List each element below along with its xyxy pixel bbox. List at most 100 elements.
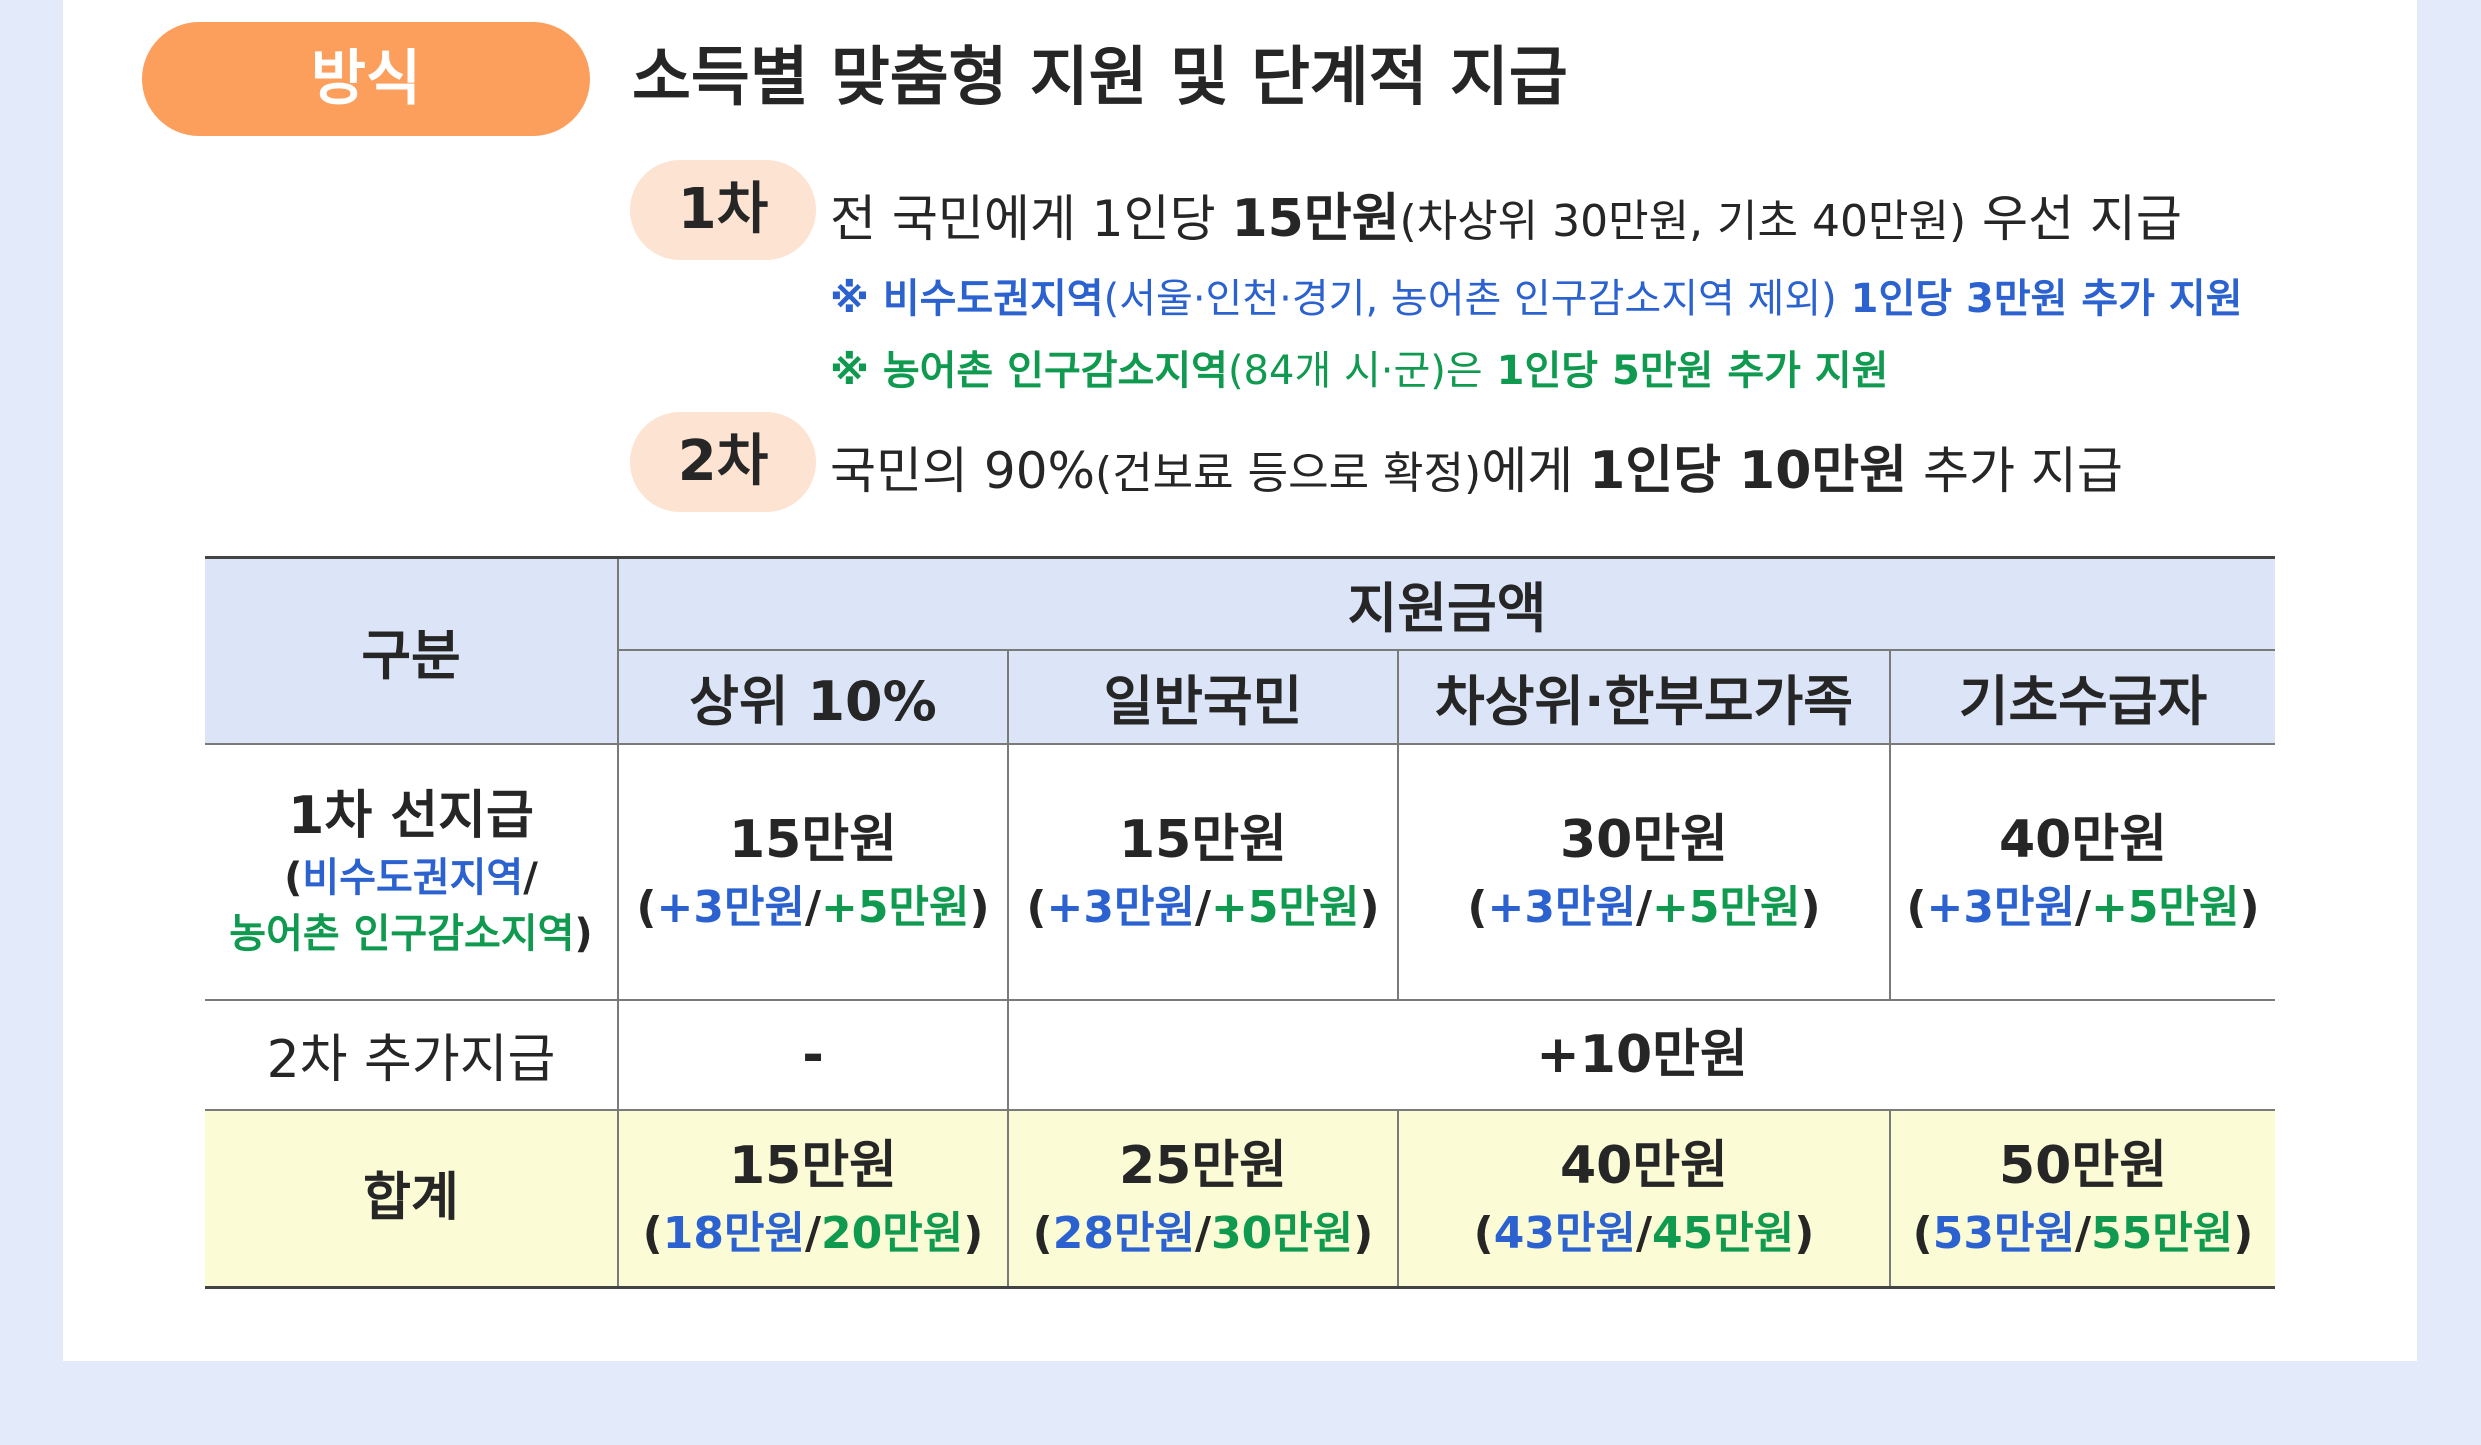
- note-2-paren: (84개 시·군)은: [1227, 348, 1483, 394]
- row-label-total: 합계: [205, 1108, 619, 1289]
- row1-label-blue: 비수도권지역: [302, 854, 524, 901]
- punct-slash: /: [1194, 881, 1212, 933]
- cell-green: 55만원: [2091, 1208, 2234, 1260]
- cell-main: 15만원: [1118, 809, 1288, 870]
- table-row-total: 합계 15만원 (18만원/20만원) 25만원 (28만원/30만원) 40만…: [205, 1108, 2276, 1289]
- step-1-note-1: ※ 비수도권지역(서울·인천·경기, 농어촌 인구감소지역 제외) 1인당 3만…: [830, 266, 2243, 324]
- cell-green: +5만원: [1652, 881, 1801, 933]
- row-label-second-payment: 2차 추가지급: [205, 998, 619, 1111]
- punct-slash: /: [1635, 881, 1653, 933]
- note-2-highlight: 농어촌 인구감소지역: [882, 348, 1228, 394]
- step-1-text-post: 우선 지급: [1966, 190, 2182, 248]
- punct-open: (: [1467, 881, 1488, 933]
- cell-blue: +3만원: [1926, 881, 2075, 933]
- cell-main: 40만원: [1559, 1136, 1729, 1197]
- table-cell: 15만원 (18만원/20만원): [617, 1108, 1009, 1289]
- table-cell: 15만원 (+3만원/+5만원): [617, 742, 1009, 1001]
- step-1-paren: (차상위 30만원, 기초 40만원): [1399, 196, 1967, 247]
- punct-open: (: [1032, 1208, 1053, 1260]
- row1-label-slash: /: [523, 854, 538, 901]
- header-col-top10: 상위 10%: [618, 648, 1009, 745]
- cell-main: 40만원: [1999, 809, 2168, 870]
- step-1-text-pre: 전 국민에게 1인당: [830, 190, 1232, 248]
- row2-rest-cell: +10만원: [1006, 998, 2276, 1111]
- step-2-text: 국민의 90%(건보료 등으로 확정)에게 1인당 10만원 추가 지급: [830, 428, 2123, 503]
- punct-open: (: [1473, 1208, 1494, 1260]
- punct-close: ): [2233, 1208, 2254, 1260]
- step-2-amount: 1인당 10만원: [1589, 441, 1908, 501]
- header-category: 구분: [205, 556, 619, 745]
- cell-main: 30만원: [1559, 809, 1729, 870]
- punct-open: (: [1026, 881, 1047, 933]
- cell-green: +5만원: [1211, 881, 1360, 933]
- table-row-first-payment: 1차 선지급 (비수도권지역/ 농어촌 인구감소지역) 15만원 (+3만원/+…: [205, 742, 2276, 1001]
- punct-close: ): [1800, 881, 1821, 933]
- row1-label-main: 1차 선지급: [288, 785, 534, 846]
- note-1-highlight: 비수도권지역: [882, 276, 1104, 322]
- cell-blue: 18만원: [662, 1208, 805, 1260]
- punct-close: ): [969, 881, 990, 933]
- step-2-text-post: 추가 지급: [1907, 442, 2123, 500]
- header-col-general: 일반국민: [1007, 648, 1399, 745]
- step-1-amount: 15만원: [1231, 189, 1400, 249]
- header-col-near-poor: 차상위·한부모가족: [1397, 648, 1891, 745]
- cell-blue: 28만원: [1052, 1208, 1195, 1260]
- row1-label-green: 농어촌 인구감소지역: [229, 910, 575, 957]
- cell-blue: +3만원: [1487, 881, 1636, 933]
- header-col-basic: 기초수급자: [1888, 648, 2276, 745]
- cell-blue: +3만원: [1046, 881, 1195, 933]
- punct-slash: /: [1635, 1208, 1653, 1260]
- step-1-note-2: ※ 농어촌 인구감소지역(84개 시·군)은 1인당 5만원 추가 지원: [830, 338, 1888, 396]
- table-cell: 40만원 (+3만원/+5만원): [1888, 742, 2276, 1001]
- punct-close: ): [1794, 1208, 1815, 1260]
- cell-blue: +3만원: [656, 881, 805, 933]
- step-2-text-pre: 국민의 90%: [830, 442, 1096, 500]
- method-label-badge: 방식: [142, 22, 590, 136]
- cell-main: 25만원: [1118, 1136, 1288, 1197]
- cell-green: 30만원: [1211, 1208, 1354, 1260]
- step-1-badge: 1차: [630, 160, 816, 260]
- cell-green: +5만원: [2091, 881, 2240, 933]
- note-1-mark: ※: [830, 276, 883, 322]
- header-group: 지원금액: [616, 556, 2276, 651]
- step-2-paren: (건보료 등으로 확정): [1095, 448, 1482, 499]
- table-cell: 15만원 (+3만원/+5만원): [1007, 742, 1399, 1001]
- cell-main: 15만원: [728, 1136, 898, 1197]
- punct-slash: /: [804, 1208, 822, 1260]
- punct-slash: /: [804, 881, 822, 933]
- note-2-mark: ※: [830, 348, 883, 394]
- support-amount-table: 구분 지원금액 상위 10% 일반국민 차상위·한부모가족 기초수급자 1차 선…: [205, 556, 2276, 1289]
- punct-open: (: [1906, 881, 1927, 933]
- table-cell: 30만원 (+3만원/+5만원): [1397, 742, 1891, 1001]
- method-title: 소득별 맞춤형 지원 및 단계적 지급: [632, 41, 1568, 115]
- row1-paren-open: (: [284, 854, 303, 901]
- cell-blue: 53만원: [1932, 1208, 2075, 1260]
- table-cell: 40만원 (43만원/45만원): [1397, 1108, 1891, 1289]
- table-cell: 50만원 (53만원/55만원): [1888, 1108, 2276, 1289]
- table-header-row-1: 구분 지원금액: [205, 556, 2276, 745]
- cell-green: 20만원: [821, 1208, 964, 1260]
- punct-close: ): [2239, 881, 2260, 933]
- note-2-tail: 1인당 5만원 추가 지원: [1482, 348, 1889, 394]
- punct-close: ): [1353, 1208, 1374, 1260]
- punct-open: (: [642, 1208, 663, 1260]
- step-2-badge: 2차: [630, 412, 816, 512]
- note-1-tail: 1인당 3만원 추가 지원: [1836, 276, 2243, 322]
- row-label-first-payment: 1차 선지급 (비수도권지역/ 농어촌 인구감소지역): [205, 742, 619, 1001]
- cell-main: 50만원: [1999, 1136, 2168, 1197]
- cell-main: 15만원: [728, 809, 898, 870]
- cell-green: +5만원: [821, 881, 970, 933]
- punct-close: ): [963, 1208, 984, 1260]
- table-row-second-payment: 2차 추가지급 - +10만원: [205, 998, 2276, 1111]
- punct-slash: /: [2074, 1208, 2092, 1260]
- step-2-text-mid: 에게: [1481, 442, 1590, 500]
- punct-open: (: [636, 881, 657, 933]
- punct-close: ): [1359, 881, 1380, 933]
- step-1-text: 전 국민에게 1인당 15만원(차상위 30만원, 기초 40만원) 우선 지급: [830, 176, 2182, 251]
- punct-open: (: [1912, 1208, 1933, 1260]
- punct-slash: /: [1194, 1208, 1212, 1260]
- cell-blue: 43만원: [1493, 1208, 1636, 1260]
- note-1-paren: (서울·인천·경기, 농어촌 인구감소지역 제외): [1103, 276, 1837, 322]
- row2-first-cell: -: [617, 998, 1009, 1111]
- cell-green: 45만원: [1652, 1208, 1795, 1260]
